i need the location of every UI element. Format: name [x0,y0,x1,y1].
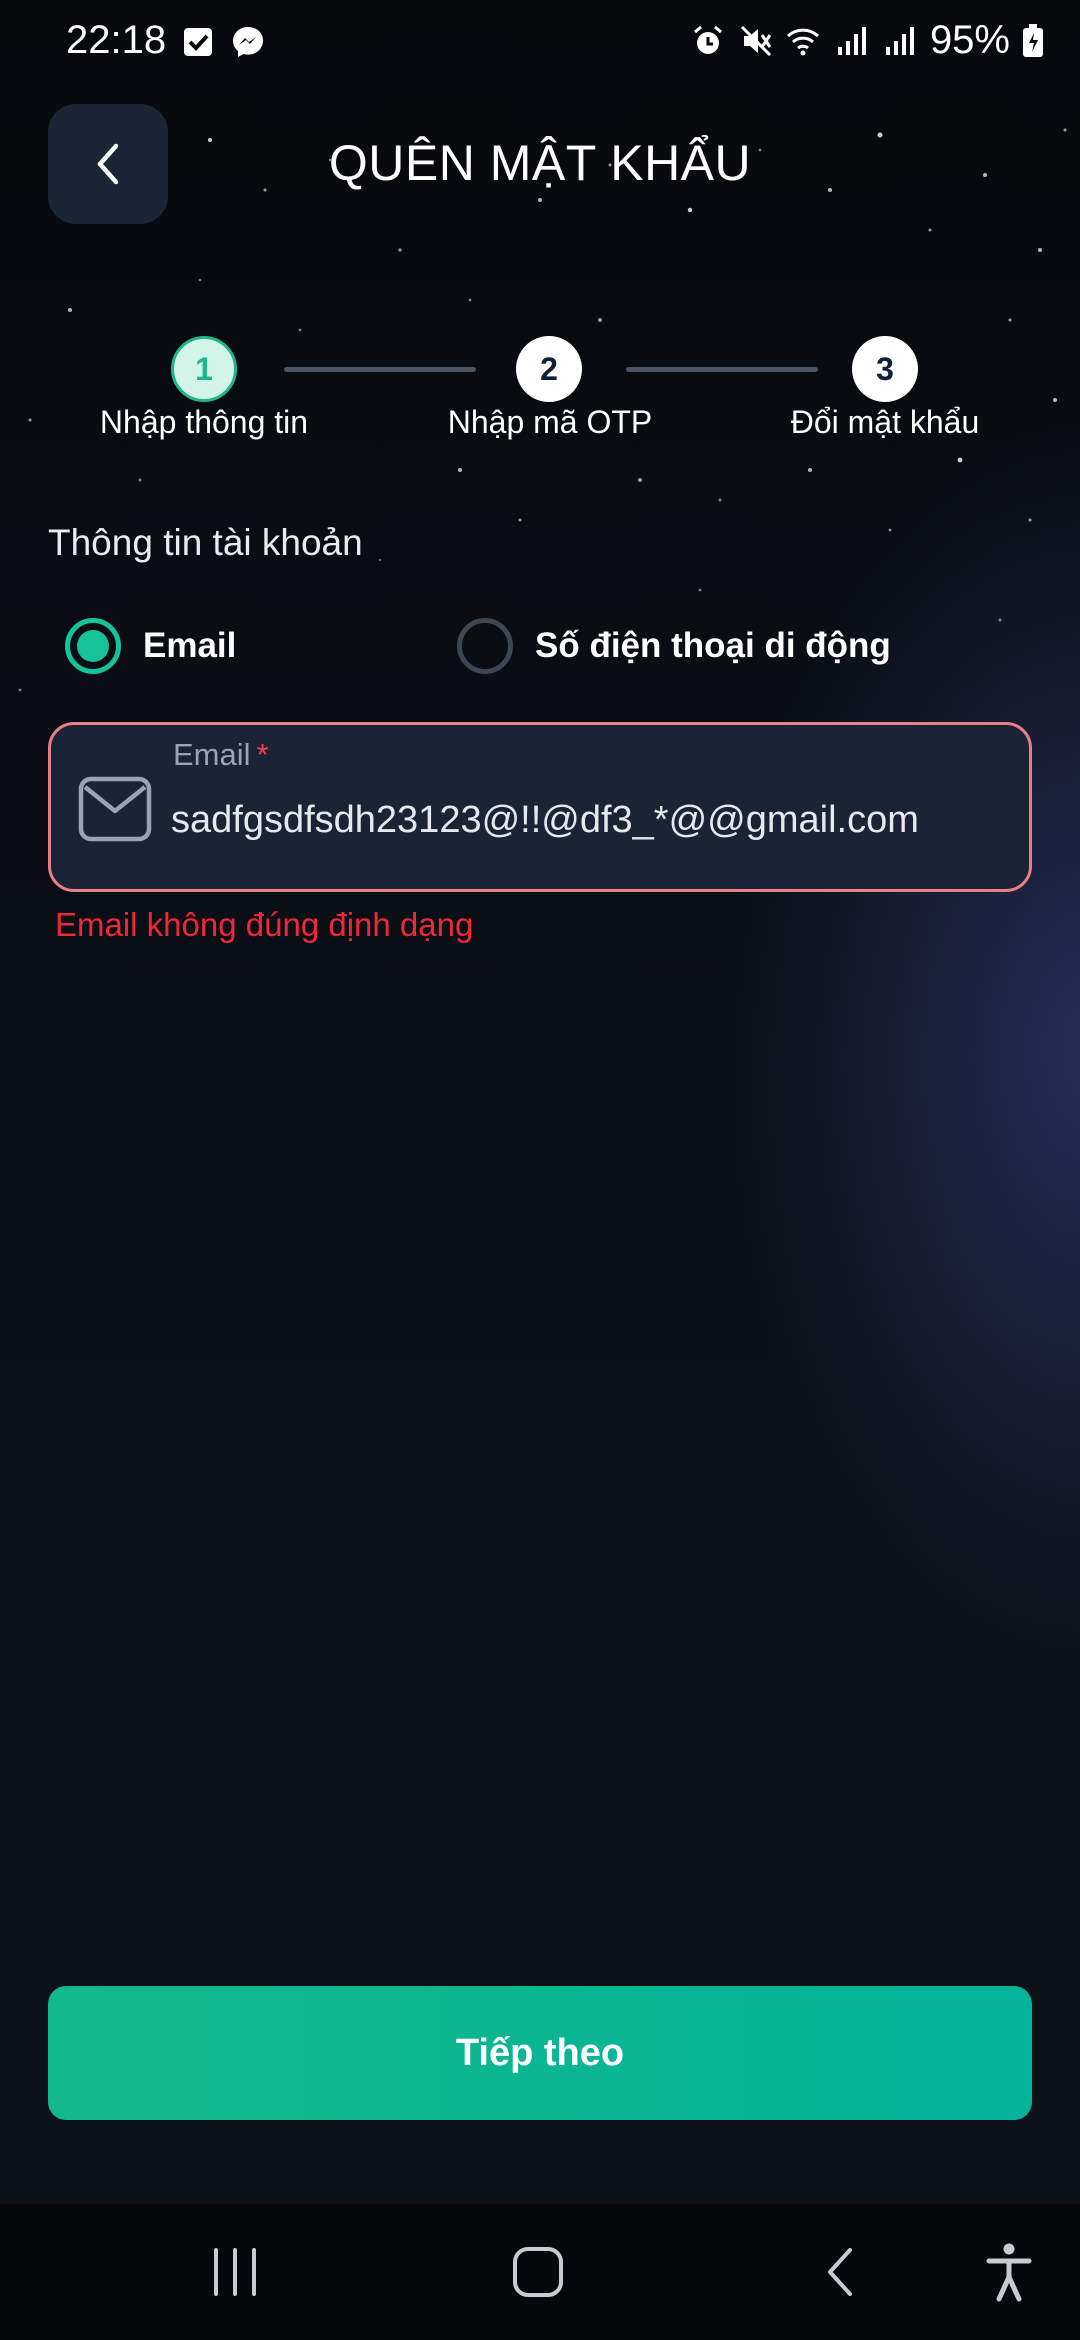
radio-selected-indicator [65,618,121,674]
step-2-label: Nhập mã OTP [447,404,653,440]
system-nav-bar [0,2204,1080,2340]
alarm-icon [693,25,722,54]
signal-icon [837,26,866,55]
status-bar: 22:18 95% [0,0,1080,86]
step-1-indicator: 1 [171,336,237,402]
status-time: 22:18 [66,18,167,62]
step-connector [284,367,476,372]
battery-percent: 95% [929,18,1010,62]
step-1-label: Nhập thông tin [99,404,309,440]
accessibility-icon[interactable] [986,2242,1032,2302]
step-2-indicator: 2 [516,336,582,402]
page-title: QUÊN MẬT KHẨU [328,135,752,191]
radio-email[interactable]: Email [65,618,236,674]
signal-icon [885,26,914,55]
step-3-label: Đổi mật khẩu [790,404,980,440]
section-label: Thông tin tài khoản [48,522,363,563]
wifi-icon [786,28,819,55]
checkbox-icon [184,28,212,56]
battery-charging-icon [1023,23,1043,57]
email-input[interactable] [171,785,1011,855]
radio-phone[interactable]: Số điện thoại di động [457,618,891,674]
mute-icon [740,25,772,56]
email-field-label: Email * [173,737,269,772]
required-mark: * [256,737,269,772]
home-icon[interactable] [510,2244,566,2300]
error-message: Email không đúng định dạng [55,906,474,943]
recent-apps-icon[interactable] [210,2244,260,2300]
radio-unselected-indicator [457,618,513,674]
back-icon[interactable] [820,2244,860,2300]
radio-email-label: Email [143,626,237,665]
email-field[interactable]: Email * [48,722,1032,892]
mail-icon [78,776,152,842]
step-connector [626,367,818,372]
messenger-icon [233,27,263,57]
step-3-indicator: 3 [852,336,918,402]
radio-phone-label: Số điện thoại di động [535,626,891,665]
next-button[interactable]: Tiếp theo [48,1986,1032,2120]
